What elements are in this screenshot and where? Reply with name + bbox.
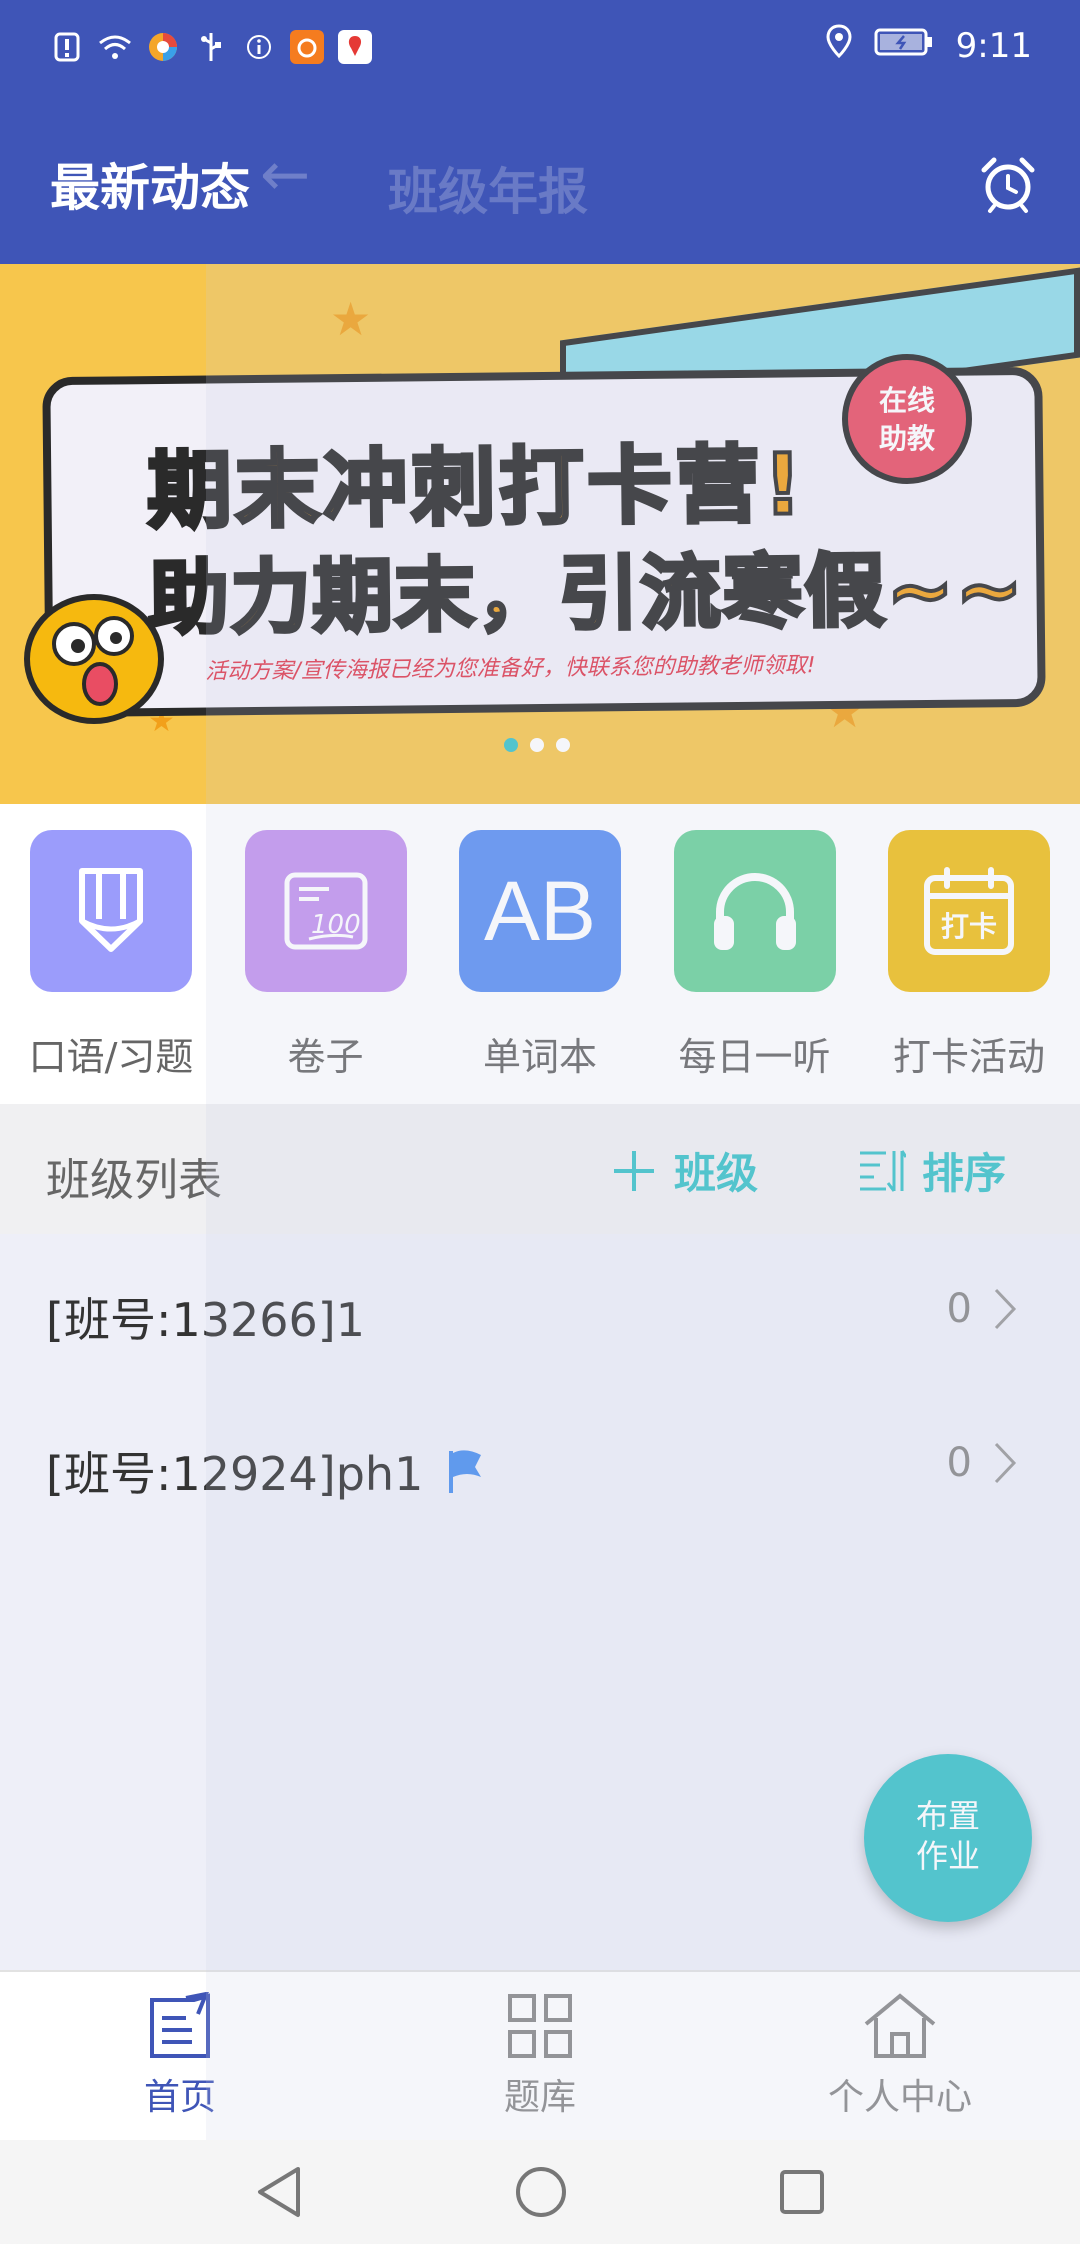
- banner-subtitle: 活动方案/宣传海报已经为您准备好，快联系您的助教老师领取!: [205, 653, 816, 685]
- tab-home[interactable]: 首页: [0, 1972, 360, 2140]
- carousel-indicator: [504, 738, 570, 752]
- star-icon: ★: [330, 292, 372, 346]
- page-title: 最新动态: [50, 159, 250, 217]
- tab-label: 个人中心: [827, 2077, 972, 2118]
- checkin-icon-text: 打卡: [941, 910, 997, 943]
- carousel-dot[interactable]: [530, 738, 544, 752]
- add-class-button[interactable]: 班级: [610, 1140, 758, 1201]
- clock-time: 9:11: [955, 25, 1032, 66]
- flag-icon: [449, 1450, 482, 1493]
- uc-app-icon: [290, 30, 324, 64]
- status-icons-right: 9:11: [826, 24, 1032, 67]
- shortcut-daily-listening[interactable]: 每日一听: [670, 830, 840, 1104]
- class-row[interactable]: [班号:12924]ph1 0: [0, 1388, 1080, 1538]
- class-count: 0: [946, 1440, 972, 1486]
- location-icon: [826, 24, 852, 67]
- tab-label: 题库: [503, 2077, 576, 2118]
- shortcut-checkin-activity[interactable]: 打卡 打卡活动: [884, 830, 1054, 1104]
- tab-profile[interactable]: 个人中心: [720, 1972, 1080, 2140]
- home-circle-icon[interactable]: [514, 2165, 568, 2219]
- class-name-text: [班号:13266]1: [46, 1293, 365, 1347]
- shortcut-label: 单词本: [482, 1035, 597, 1079]
- shortcut-label: 打卡活动: [892, 1035, 1045, 1079]
- banner-headline-1: 期末冲刺打卡营!: [145, 433, 808, 542]
- promo-banner[interactable]: ★ ★ ★ 期末冲刺打卡营! 助力期末，引流寒假~~ 活动方案/宣传海报已经为您…: [0, 264, 1080, 804]
- alarm-clock-icon[interactable]: [978, 154, 1038, 214]
- browser-icon: [146, 30, 180, 64]
- battery-icon: [874, 26, 934, 66]
- badge-line-1: 在线: [878, 384, 935, 417]
- map-app-icon: [338, 30, 372, 64]
- carousel-dot[interactable]: [556, 738, 570, 752]
- system-nav-bar: [0, 2140, 1080, 2244]
- shortcut-oral-exercise[interactable]: 口语/习题: [26, 830, 196, 1104]
- class-name: [班号:12924]ph1: [46, 1438, 483, 1504]
- headphones-icon[interactable]: [673, 830, 836, 992]
- back-triangle-icon[interactable]: [254, 2165, 304, 2219]
- calendar-checkin-icon[interactable]: 打卡: [888, 830, 1050, 992]
- wifi-icon: [98, 30, 132, 64]
- grid-icon: [508, 1994, 572, 2058]
- house-icon: [864, 1993, 936, 2058]
- info-icon: [242, 30, 276, 64]
- class-row[interactable]: [班号:13266]1 0: [0, 1234, 1080, 1384]
- tab-label: 首页: [143, 2077, 216, 2118]
- class-count: 0: [946, 1286, 972, 1332]
- carousel-dot[interactable]: [504, 738, 518, 752]
- ab-letters-icon[interactable]: AB: [459, 830, 621, 992]
- recent-apps-icon[interactable]: [778, 2168, 826, 2216]
- shortcut-label: 卷子: [287, 1035, 364, 1079]
- ab-icon-text: AB: [483, 863, 597, 958]
- assistant-badge: 在线 助教: [842, 354, 972, 484]
- section-title: 班级列表: [46, 1155, 222, 1206]
- tab-question-bank[interactable]: 题库: [360, 1972, 720, 2140]
- class-name-text: [班号:12924]ph1: [46, 1447, 424, 1501]
- assign-homework-button[interactable]: 布置 作业: [864, 1754, 1032, 1922]
- ghost-title: 班级年报: [388, 163, 588, 221]
- shortcut-grid: 口语/习题 100 卷子 AB 单词本 每日一听 打卡 打卡活动: [0, 804, 1080, 1104]
- shortcut-label: 每日一听: [678, 1035, 831, 1079]
- shortcut-label: 口语/习题: [28, 1035, 194, 1079]
- chevron-right-icon: [992, 1286, 1018, 1336]
- fab-line-1: 布置: [915, 1797, 980, 1835]
- app-header: 最新动态 ← 班级年报: [0, 100, 1080, 264]
- bottom-tab-bar: 首页 题库 个人中心: [0, 1970, 1080, 2140]
- back-arrow-icon: ←: [260, 140, 311, 210]
- alert-icon: [50, 30, 84, 64]
- sort-button[interactable]: 排序: [858, 1140, 1006, 1201]
- exam-paper-icon[interactable]: 100: [244, 830, 407, 992]
- sort-label: 排序: [922, 1149, 1007, 1198]
- shortcut-word-book[interactable]: AB 单词本: [455, 830, 625, 1104]
- pencil-icon[interactable]: [30, 830, 192, 992]
- home-document-icon: [150, 1992, 210, 2058]
- usb-icon: [194, 30, 228, 64]
- plus-icon: [614, 1150, 654, 1191]
- status-bar: 9:11: [0, 0, 1080, 100]
- shortcut-exam-paper[interactable]: 100 卷子: [241, 830, 411, 1104]
- status-icons-left: [50, 30, 372, 64]
- add-class-label: 班级: [674, 1149, 759, 1198]
- banner-headline-2: 助力期末，引流寒假~~: [146, 541, 1027, 647]
- class-list-header: 班级列表 班级 排序: [0, 1104, 1080, 1234]
- fab-line-2: 作业: [915, 1837, 980, 1875]
- badge-line-2: 助教: [878, 422, 935, 455]
- sort-icon: [860, 1149, 906, 1192]
- chevron-right-icon: [992, 1440, 1018, 1490]
- class-name: [班号:13266]1: [46, 1284, 365, 1350]
- surprised-face-icon: [24, 594, 164, 724]
